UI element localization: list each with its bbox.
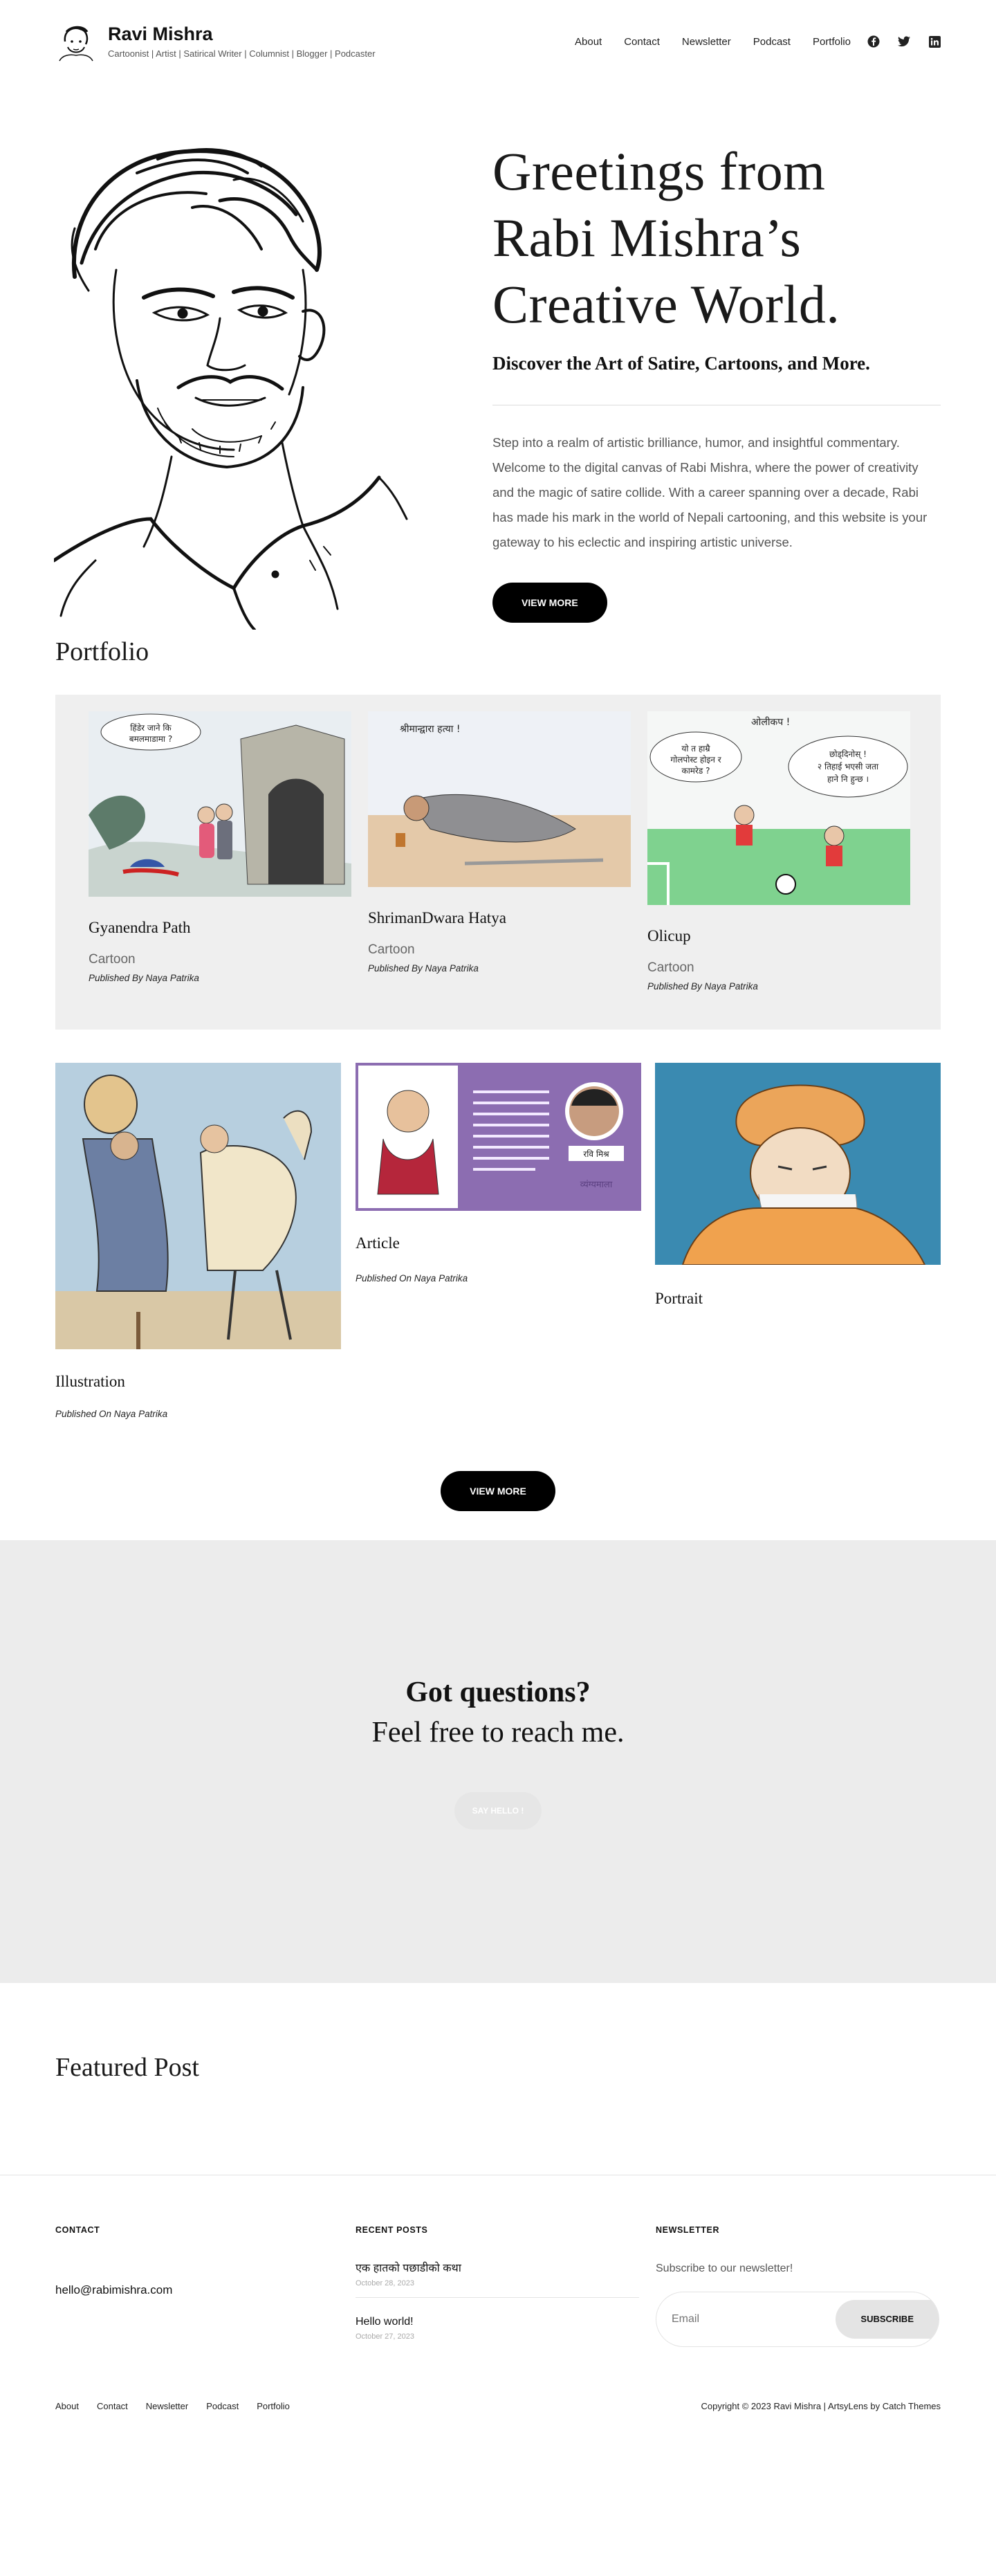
footer-contact-heading: CONTACT <box>55 2225 100 2235</box>
site-logo[interactable] <box>55 21 97 62</box>
site-title[interactable]: Ravi Mishra <box>108 24 376 45</box>
footer-recent-posts: RECENT POSTS एक हातको पछाडीको कथा Octobe… <box>356 2225 639 2341</box>
nav-about[interactable]: About <box>575 36 602 48</box>
recent-post-link[interactable]: एक हातको पछाडीको कथा <box>356 2260 639 2275</box>
hero-view-more-button[interactable]: VIEW MORE <box>492 583 607 623</box>
site-tagline: Cartoonist | Artist | Satirical Writer |… <box>108 48 376 60</box>
footer-recent-heading: RECENT POSTS <box>356 2225 428 2235</box>
main-nav: About Contact Newsletter Podcast Portfol… <box>575 35 941 48</box>
footer-contact: CONTACT hello@rabimishra.com <box>55 2225 339 2297</box>
hero-content: Greetings from Rabi Mishra’s Creative Wo… <box>492 138 941 623</box>
nav-podcast[interactable]: Podcast <box>753 36 791 48</box>
portfolio-section: Portfolio हिंडेर जाने कि बमलमाडामा ? Gya… <box>0 637 996 1511</box>
svg-text:ओलीकप !: ओलीकप ! <box>751 716 790 728</box>
newsletter-text: Subscribe to our newsletter! <box>656 2263 793 2274</box>
portfolio-thumbnail[interactable] <box>55 1063 341 1349</box>
footer-nav-about[interactable]: About <box>55 2401 79 2411</box>
portfolio-thumbnail[interactable]: श्रीमान्द्वारा हत्या ! <box>368 711 631 887</box>
portfolio-thumbnail[interactable]: ओलीकप ! यो त हाम्रै गोलपोस्ट होइन र कामर… <box>647 711 910 905</box>
portfolio-item-publisher: Published By Naya Patrika <box>647 981 758 992</box>
svg-text:२ तिहाई भएसी जता: २ तिहाई भएसी जता <box>818 762 879 771</box>
subscribe-button[interactable]: SUBSCRIBE <box>836 2300 939 2339</box>
cta-subtitle: Feel free to reach me. <box>371 1717 625 1748</box>
footer-nav-newsletter[interactable]: Newsletter <box>146 2401 188 2411</box>
recent-post-date: October 28, 2023 <box>356 2279 415 2287</box>
portfolio-card[interactable]: श्रीमान्द्वारा हत्या ! ShrimanDwara Haty… <box>368 711 631 974</box>
nav-newsletter[interactable]: Newsletter <box>682 36 731 48</box>
portfolio-item-title[interactable]: Olicup <box>647 927 910 945</box>
nav-portfolio[interactable]: Portfolio <box>813 36 851 48</box>
newsletter-form: SUBSCRIBE <box>656 2292 939 2347</box>
svg-text:हाने नि हुन्छ ।: हाने नि हुन्छ । <box>827 774 869 785</box>
svg-text:यो त हाम्रै: यो त हाम्रै <box>681 744 710 753</box>
contact-cta-section: Got questions? Feel free to reach me. SA… <box>0 1540 996 1983</box>
article-name-tag: रवि मिश्र <box>583 1149 609 1159</box>
brand[interactable]: Ravi Mishra Cartoonist | Artist | Satiri… <box>55 21 376 62</box>
say-hello-button[interactable]: SAY HELLO ! <box>454 1792 542 1829</box>
featured-post-section: Featured Post <box>0 1983 996 2175</box>
portfolio-grid: Illustration Published On Naya Patrika र… <box>55 1063 941 1471</box>
social-links <box>867 35 941 48</box>
site-footer: CONTACT hello@rabimishra.com RECENT POST… <box>0 2175 996 2427</box>
portfolio-card[interactable]: रवि मिश्र व्यंग्यमाला Article Published … <box>356 1063 641 1284</box>
hero-body: Step into a realm of artistic brilliance… <box>492 435 928 549</box>
portfolio-item-publisher: Published By Naya Patrika <box>368 963 479 974</box>
footer-newsletter: NEWSLETTER Subscribe to our newsletter! … <box>656 2225 939 2347</box>
footer-nav-portfolio[interactable]: Portfolio <box>257 2401 290 2411</box>
hero-title: Greetings from Rabi Mishra’s Creative Wo… <box>492 141 840 334</box>
portfolio-thumbnail[interactable]: रवि मिश्र व्यंग्यमाला <box>356 1063 641 1211</box>
portfolio-item-publisher: Published On Naya Patrika <box>55 1409 168 1419</box>
portfolio-item-publisher: Published On Naya Patrika <box>356 1273 468 1284</box>
svg-text:गोलपोस्ट होइन र: गोलपोस्ट होइन र <box>670 755 721 765</box>
portfolio-title: Portfolio <box>55 637 149 666</box>
svg-text:छोड्दिनोस् !: छोड्दिनोस् ! <box>829 749 867 760</box>
linkedin-icon[interactable] <box>928 35 941 48</box>
portfolio-item-title[interactable]: Illustration <box>55 1373 341 1391</box>
portfolio-item-category[interactable]: Cartoon <box>89 952 351 967</box>
svg-text:कामरेड ?: कामरेड ? <box>681 766 710 776</box>
footer-bottom-bar: About Contact Newsletter Podcast Portfol… <box>55 2401 941 2411</box>
facebook-icon[interactable] <box>867 35 880 48</box>
footer-email-link[interactable]: hello@rabimishra.com <box>55 2283 339 2297</box>
footer-nav-podcast[interactable]: Podcast <box>206 2401 239 2411</box>
portfolio-item-title[interactable]: Portrait <box>655 1290 941 1308</box>
site-header: Ravi Mishra Cartoonist | Artist | Satiri… <box>0 0 996 83</box>
twitter-icon[interactable] <box>898 35 910 48</box>
portfolio-card[interactable]: Illustration Published On Naya Patrika <box>55 1063 341 1419</box>
portfolio-item-title[interactable]: Article <box>356 1234 641 1252</box>
portfolio-item-category[interactable]: Cartoon <box>368 942 631 958</box>
hero-section: Greetings from Rabi Mishra’s Creative Wo… <box>0 83 996 637</box>
footer-nav-contact[interactable]: Contact <box>97 2401 128 2411</box>
footer-nav: About Contact Newsletter Podcast Portfol… <box>55 2401 290 2411</box>
portfolio-item-publisher: Published By Naya Patrika <box>89 973 199 983</box>
featured-post-title: Featured Post <box>55 2053 199 2082</box>
portfolio-card[interactable]: Portrait <box>655 1063 941 1308</box>
article-footer-tag: व्यंग्यमाला <box>580 1180 613 1190</box>
cta-title: Got questions? <box>405 1677 591 1708</box>
portfolio-thumbnail[interactable] <box>655 1063 941 1265</box>
recent-post-date: October 27, 2023 <box>356 2332 415 2341</box>
portfolio-item-category[interactable]: Cartoon <box>647 960 910 976</box>
portfolio-view-more-button[interactable]: VIEW MORE <box>441 1471 555 1511</box>
nav-contact[interactable]: Contact <box>624 36 660 48</box>
newsletter-email-input[interactable] <box>656 2313 822 2326</box>
hero-subtitle: Discover the Art of Satire, Cartoons, an… <box>492 353 870 374</box>
portfolio-footer: VIEW MORE <box>55 1471 941 1511</box>
copyright-text: Copyright © 2023 Ravi Mishra | ArtsyLens… <box>701 2401 941 2411</box>
portfolio-card[interactable]: हिंडेर जाने कि बमलमाडामा ? Gyanendra Pat… <box>89 711 351 983</box>
portfolio-thumbnail[interactable]: हिंडेर जाने कि बमलमाडामा ? <box>89 711 351 897</box>
svg-text:बमलमाडामा ?: बमलमाडामा ? <box>129 734 172 744</box>
footer-newsletter-heading: NEWSLETTER <box>656 2225 720 2235</box>
recent-post-link[interactable]: Hello world! <box>356 2316 639 2328</box>
featured-portfolio-grid: हिंडेर जाने कि बमलमाडामा ? Gyanendra Pat… <box>55 695 941 1030</box>
portfolio-card[interactable]: ओलीकप ! यो त हाम्रै गोलपोस्ट होइन र कामर… <box>647 711 910 992</box>
recent-post-divider <box>356 2297 639 2298</box>
hero-portrait-sketch <box>54 148 408 630</box>
svg-text:हिंडेर जाने कि: हिंडेर जाने कि <box>130 723 172 733</box>
svg-text:श्रीमान्द्वारा हत्या !: श्रीमान्द्वारा हत्या ! <box>400 723 460 735</box>
portfolio-item-title[interactable]: Gyanendra Path <box>89 919 351 937</box>
portfolio-item-title[interactable]: ShrimanDwara Hatya <box>368 909 631 927</box>
